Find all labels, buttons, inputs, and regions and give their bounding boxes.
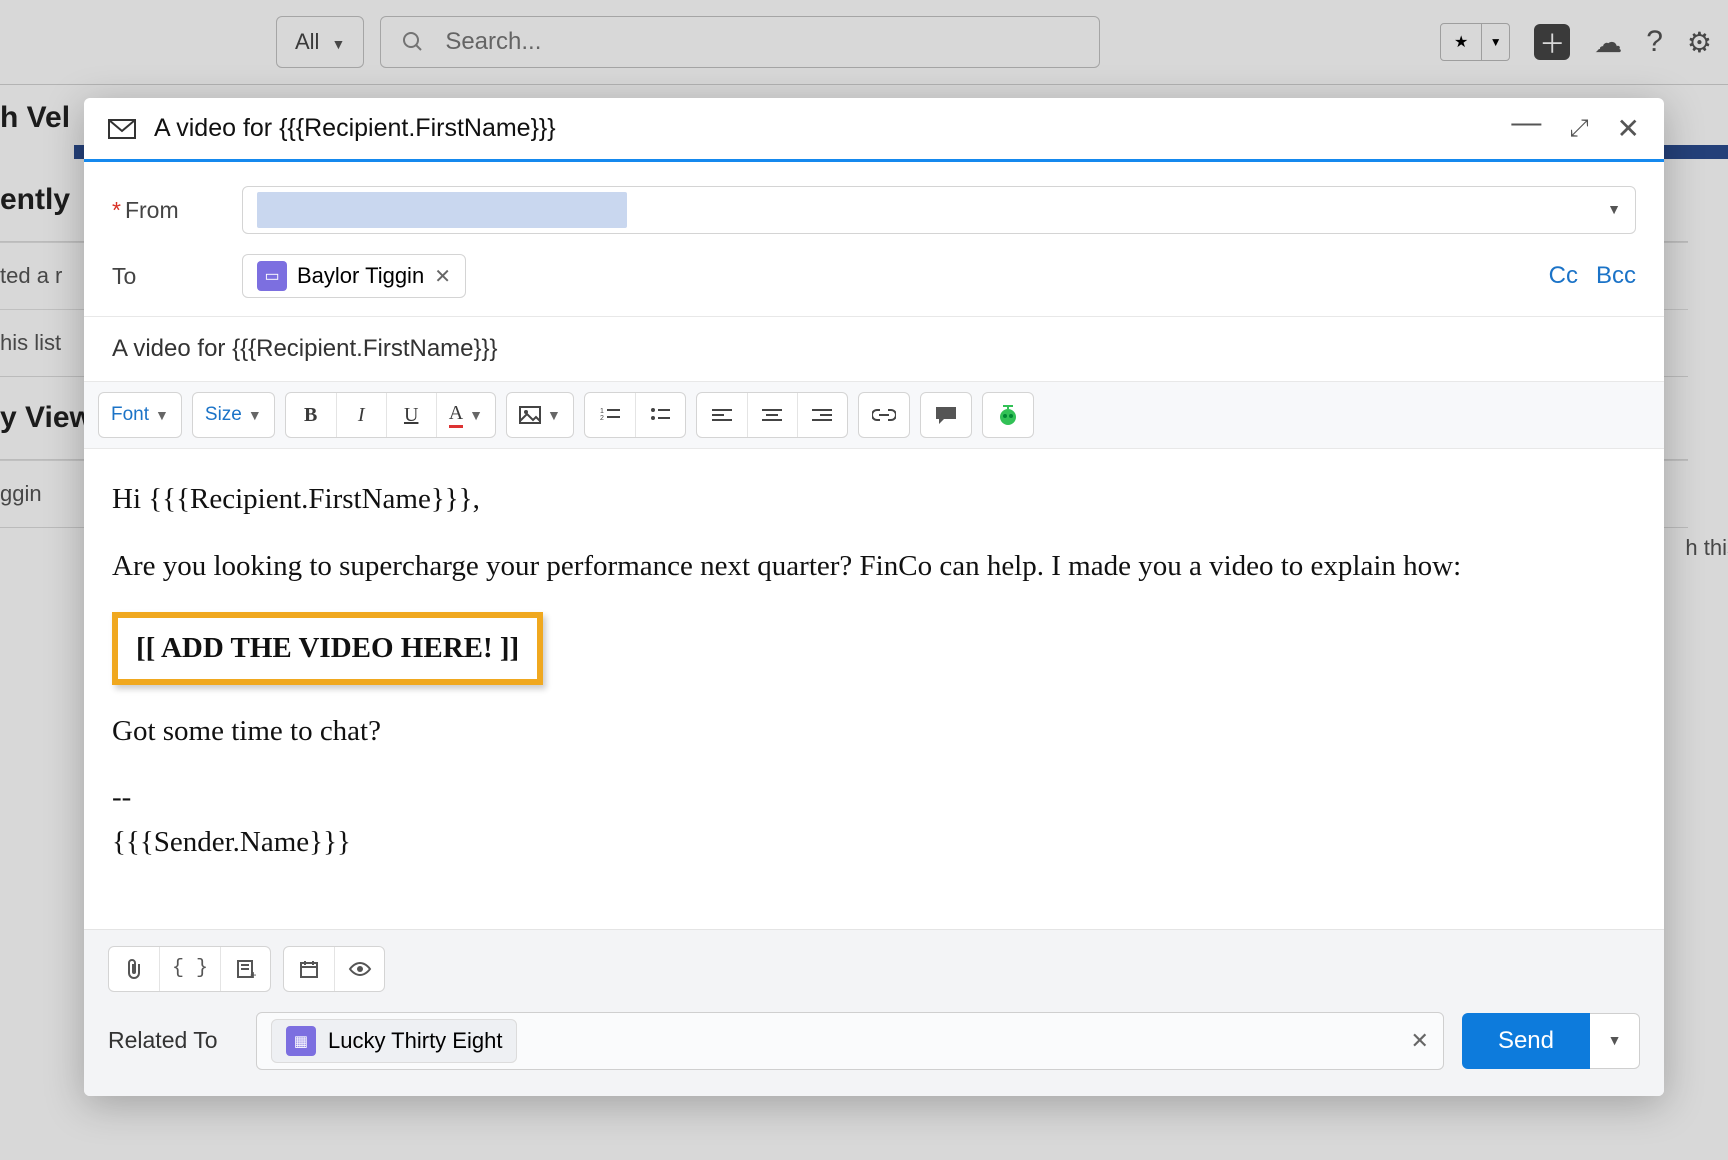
font-size-dropdown[interactable]: Size▼ xyxy=(193,393,274,437)
ol-icon: 12 xyxy=(600,407,620,423)
align-center-icon xyxy=(762,408,782,422)
compose-header-fields: *From To ▭ Baylor Tiggin ✕ Cc Bcc xyxy=(84,162,1664,316)
speech-bubble-icon xyxy=(934,405,958,425)
svg-text:2: 2 xyxy=(600,415,604,422)
compose-email-modal: A video for {{{Recipient.FirstName}}} — … xyxy=(84,98,1664,1096)
align-left-button[interactable] xyxy=(697,393,747,437)
insert-link-button[interactable] xyxy=(859,393,909,437)
insert-template-button[interactable]: + xyxy=(220,947,270,991)
close-button[interactable]: ✕ xyxy=(1617,112,1640,145)
rich-text-toolbar: Font▼ Size▼ B I U A▼ ▼ 12 xyxy=(84,381,1664,449)
subject-input[interactable]: A video for {{{Recipient.FirstName}}} xyxy=(84,316,1664,381)
quick-text-button[interactable] xyxy=(921,393,971,437)
send-button[interactable]: Send xyxy=(1462,1013,1590,1069)
schedule-button[interactable] xyxy=(284,947,334,991)
insert-image-button[interactable]: ▼ xyxy=(507,393,573,437)
clear-related-icon[interactable]: ✕ xyxy=(1411,1028,1429,1054)
bcc-button[interactable]: Bcc xyxy=(1596,262,1636,290)
minimize-button[interactable]: — xyxy=(1511,106,1541,140)
image-icon xyxy=(519,406,541,424)
italic-button[interactable]: I xyxy=(336,393,386,437)
from-row: *From xyxy=(112,176,1636,244)
related-to-value: Lucky Thirty Eight xyxy=(328,1028,502,1054)
send-button-group: Send xyxy=(1462,1013,1640,1069)
calendar-icon xyxy=(299,959,319,979)
envelope-icon xyxy=(108,119,136,139)
attach-file-button[interactable] xyxy=(109,947,159,991)
svg-text:1: 1 xyxy=(600,408,604,415)
compose-title: A video for {{{Recipient.FirstName}}} xyxy=(154,114,556,143)
preview-button[interactable] xyxy=(334,947,384,991)
email-body-editor[interactable]: Hi {{{Recipient.FirstName}}}, Are you lo… xyxy=(84,449,1664,929)
body-line2: Are you looking to supercharge your perf… xyxy=(112,546,1636,587)
body-line1: Hi {{{Recipient.FirstName}}}, xyxy=(112,479,1636,520)
signature-name: {{{Sender.Name}}} xyxy=(112,822,1636,863)
related-to-input[interactable]: ▦ Lucky Thirty Eight ✕ xyxy=(256,1012,1444,1070)
numbered-list-button[interactable]: 12 xyxy=(585,393,635,437)
compose-footer: { } + Related To ▦ Lucky Thirty E xyxy=(84,929,1664,1096)
send-options-dropdown[interactable] xyxy=(1590,1013,1640,1069)
font-color-button[interactable]: A▼ xyxy=(436,393,495,437)
expand-button[interactable]: ⤢ xyxy=(1569,115,1588,143)
font-family-dropdown[interactable]: Font▼ xyxy=(99,393,181,437)
video-placeholder-highlight: [[ ADD THE VIDEO HERE! ]] xyxy=(112,612,543,685)
align-left-icon xyxy=(712,408,732,422)
from-label: From xyxy=(125,197,179,223)
svg-text:+: + xyxy=(250,968,256,979)
body-line3: Got some time to chat? xyxy=(112,711,1636,752)
bulleted-list-button[interactable] xyxy=(635,393,685,437)
paperclip-icon xyxy=(125,958,143,980)
to-input[interactable]: ▭ Baylor Tiggin ✕ xyxy=(242,254,1549,298)
underline-button[interactable]: U xyxy=(386,393,436,437)
to-row: To ▭ Baylor Tiggin ✕ Cc Bcc xyxy=(112,244,1636,308)
compose-titlebar: A video for {{{Recipient.FirstName}}} — … xyxy=(84,98,1664,162)
template-icon: + xyxy=(236,959,256,979)
signature-separator: -- xyxy=(112,777,1636,818)
align-right-icon xyxy=(812,408,832,422)
to-recipient-chip[interactable]: ▭ Baylor Tiggin ✕ xyxy=(242,254,466,298)
bold-button[interactable]: B xyxy=(286,393,336,437)
from-dropdown[interactable] xyxy=(242,186,1636,234)
extension-button[interactable] xyxy=(983,393,1033,437)
cc-button[interactable]: Cc xyxy=(1549,262,1578,290)
contact-icon: ▭ xyxy=(257,261,287,291)
to-recipient-name: Baylor Tiggin xyxy=(297,263,424,289)
remove-chip-icon[interactable]: ✕ xyxy=(434,264,451,289)
related-to-label: Related To xyxy=(108,1027,238,1054)
align-right-button[interactable] xyxy=(797,393,847,437)
from-value-redacted xyxy=(257,192,627,228)
related-to-chip[interactable]: ▦ Lucky Thirty Eight xyxy=(271,1019,517,1063)
to-label: To xyxy=(112,263,136,289)
eye-icon xyxy=(348,961,372,977)
link-icon xyxy=(872,408,896,422)
account-icon: ▦ xyxy=(286,1026,316,1056)
insert-merge-field-button[interactable]: { } xyxy=(159,947,220,991)
chevron-down-icon xyxy=(1608,1032,1622,1050)
subject-value: A video for {{{Recipient.FirstName}}} xyxy=(112,335,498,362)
robot-icon xyxy=(995,404,1021,426)
align-center-button[interactable] xyxy=(747,393,797,437)
ul-icon xyxy=(650,407,670,423)
chevron-down-icon xyxy=(1607,201,1621,219)
